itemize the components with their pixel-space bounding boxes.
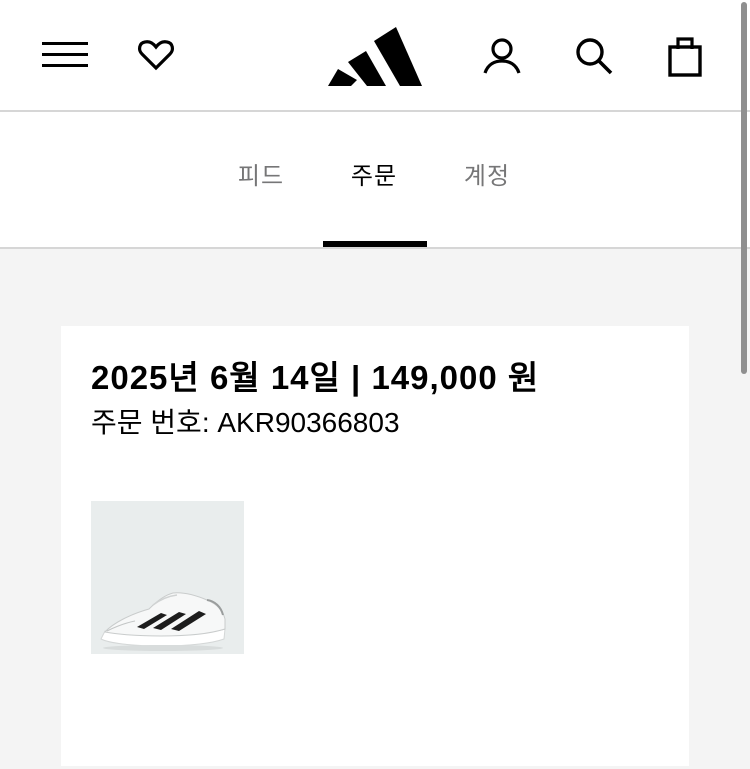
order-card[interactable]: 2025년 6월 14일 | 149,000 원 주문 번호: AKR90366…: [61, 326, 689, 766]
search-icon: [576, 38, 613, 75]
shopping-bag-button[interactable]: [660, 28, 710, 84]
account-button[interactable]: [476, 30, 528, 82]
wishlist-button[interactable]: [131, 30, 181, 80]
order-number: 주문 번호: AKR90366803: [91, 407, 400, 438]
tab-account[interactable]: 계정: [452, 156, 522, 196]
hamburger-menu-icon: [42, 42, 88, 67]
top-header: [0, 0, 750, 112]
running-shoe-image: [91, 501, 244, 654]
tab-feed[interactable]: 피드: [226, 156, 296, 196]
order-date-total: 2025년 6월 14일 | 149,000 원: [91, 359, 540, 396]
menu-button[interactable]: [36, 30, 94, 80]
order-history-page: 피드 주문 계정 2025년 6월 14일 | 149,000 원 주문 번호:…: [0, 0, 750, 769]
search-button[interactable]: [568, 30, 620, 82]
brand-logo[interactable]: [324, 24, 426, 90]
tab-orders[interactable]: 주문: [339, 156, 409, 196]
product-thumbnail[interactable]: [91, 501, 244, 654]
account-tabs: 피드 주문 계정: [0, 112, 750, 249]
scrollbar[interactable]: [741, 2, 747, 374]
user-icon: [483, 38, 521, 74]
adidas-logo-icon: [328, 27, 422, 86]
active-tab-indicator: [323, 241, 427, 247]
heart-icon: [138, 40, 174, 71]
shopping-bag-icon: [668, 37, 702, 77]
